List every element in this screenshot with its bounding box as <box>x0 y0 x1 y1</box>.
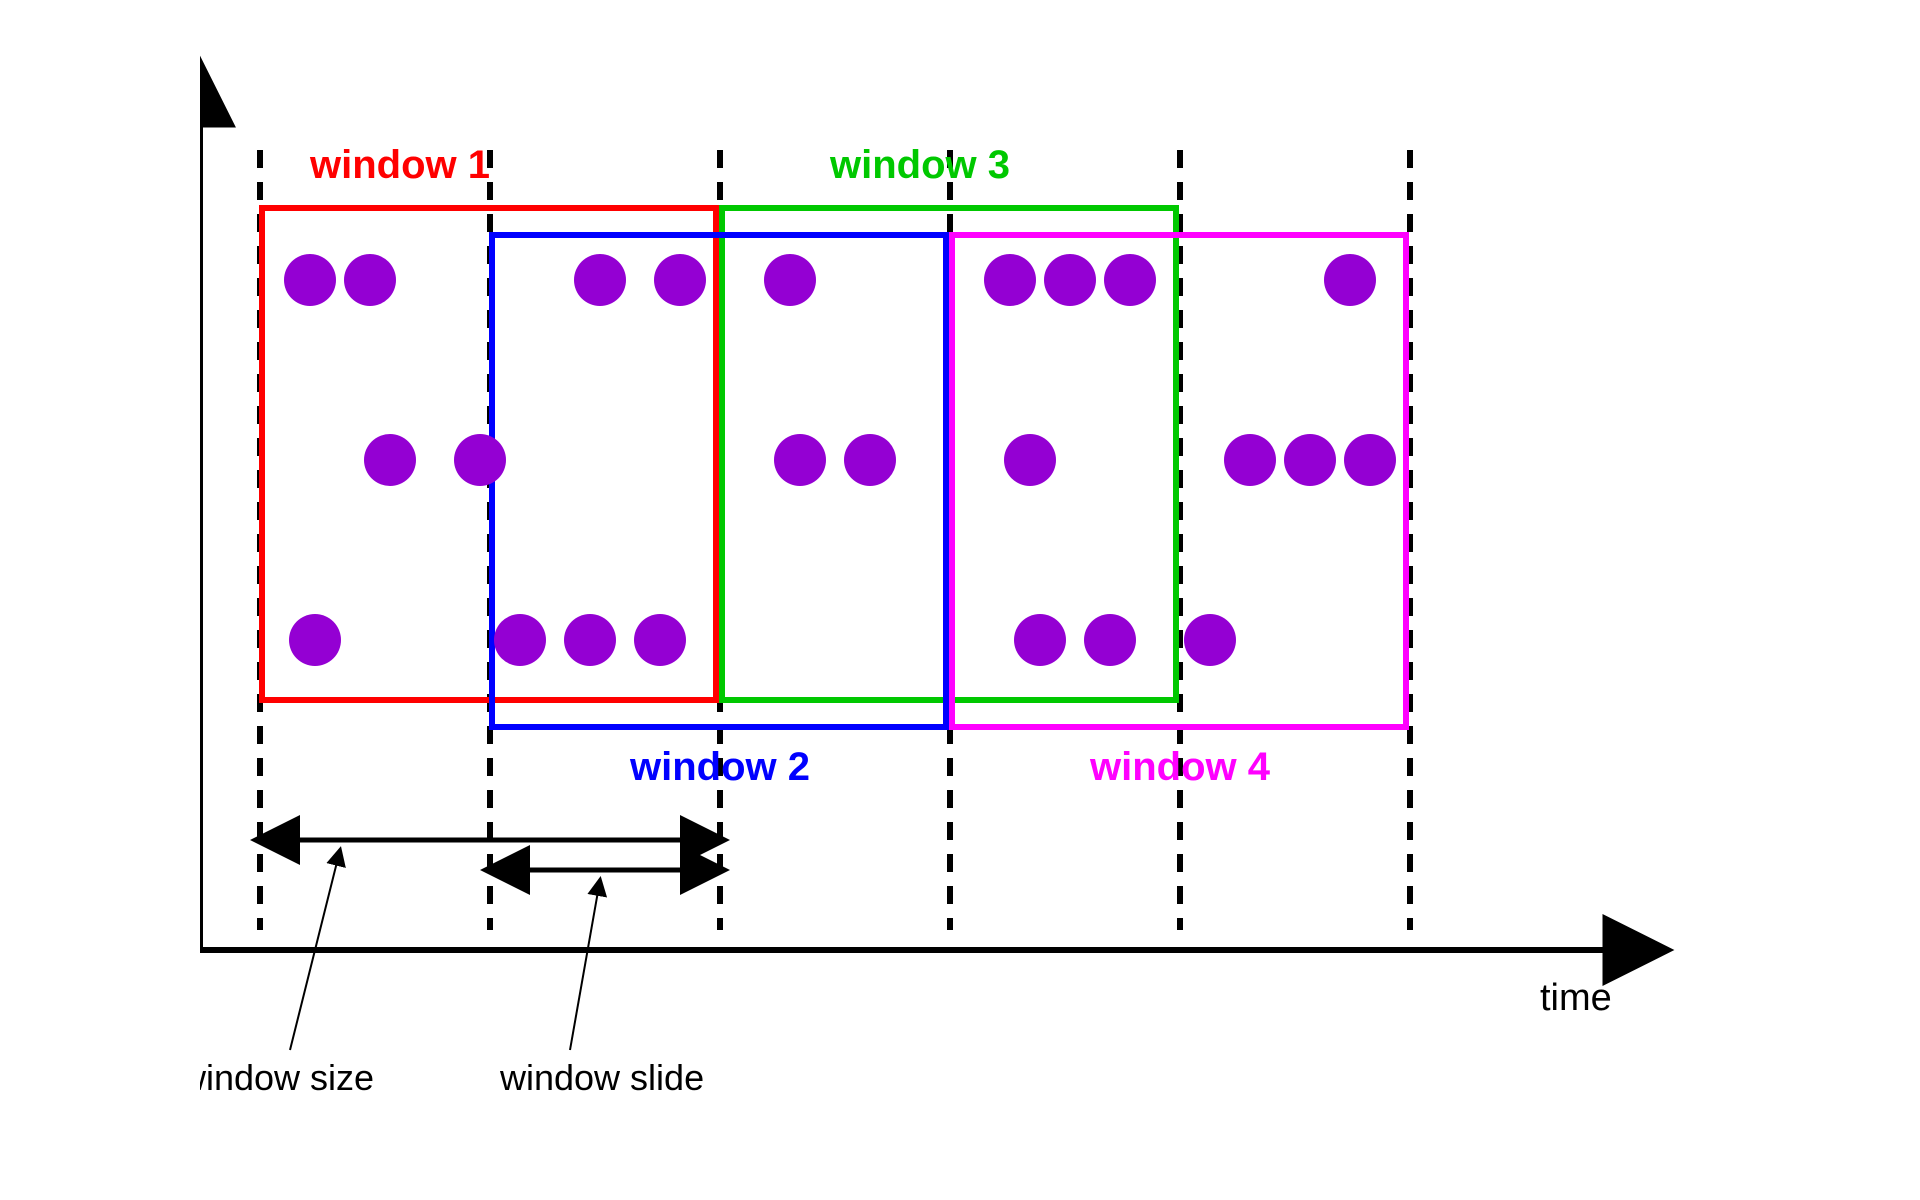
x-axis-label: time <box>1540 977 1612 1019</box>
window-4-label: window 4 <box>1089 745 1271 789</box>
window-slide-callout <box>570 880 600 1050</box>
window-1-label: window 1 <box>309 143 490 187</box>
diagram-svg: user 1 user 2 user 3 window 1 window 3 w… <box>200 50 1720 1150</box>
event-dots <box>284 254 1396 666</box>
diagram-stage: user 1 user 2 user 3 window 1 window 3 w… <box>200 50 1720 1150</box>
window-slide-annot: window slide <box>499 1057 704 1098</box>
window-3-label: window 3 <box>829 143 1010 187</box>
window-size-annot: window size <box>200 1057 374 1098</box>
window-2-label: window 2 <box>629 745 810 789</box>
tick-lines <box>260 150 1410 930</box>
